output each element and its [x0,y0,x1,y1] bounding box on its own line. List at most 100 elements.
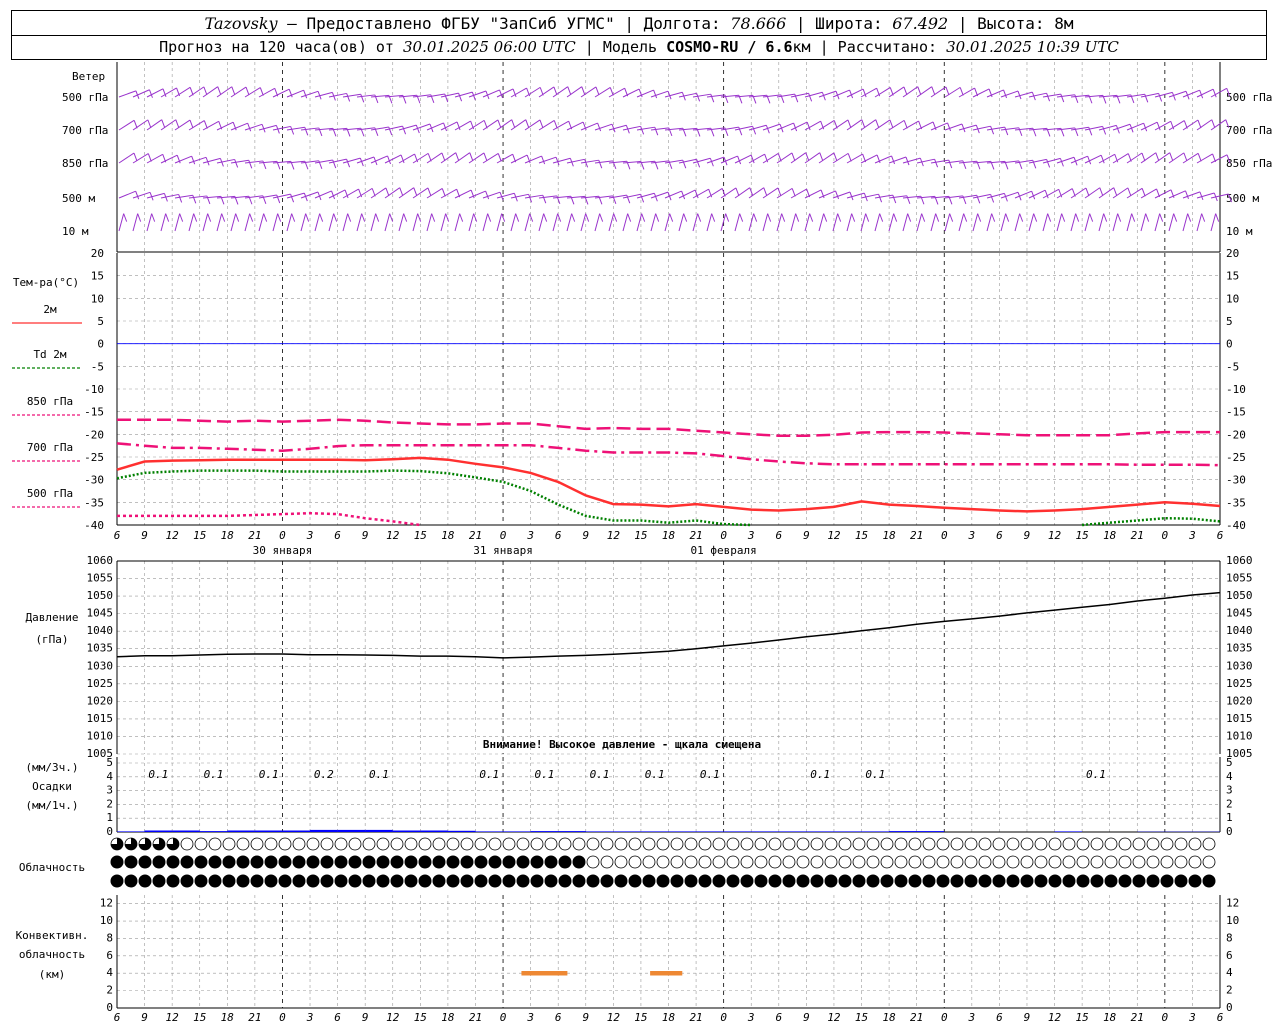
wind-barb [118,190,136,199]
wind-barb-feather [303,90,308,99]
wind-barb-feather [539,119,544,129]
precip-bar [310,829,338,832]
wind-barb [1182,213,1189,232]
wind-barb-feather [655,213,660,222]
cloud-symbol-full [614,874,628,888]
pressure-tick-left: 1060 [87,554,114,567]
wind-barb [426,188,443,199]
temp-tick-left: 15 [91,270,104,283]
wind-barb-feather [515,213,520,222]
wind-barb-feather [1115,125,1120,134]
cloud-symbol-clear [740,837,754,851]
cloud-symbol-full [194,855,208,869]
wind-barb [188,156,207,164]
cloud-symbol-clear [810,855,824,869]
precip-bar [117,831,145,832]
wind-barb [930,213,937,232]
wind-barb [790,152,807,164]
wind-barb-feather [791,152,796,162]
wind-barb-feather [893,213,898,222]
cloud-symbol-full [1034,874,1048,888]
precip-bar [227,830,255,832]
wind-barb-feather [1004,126,1009,136]
cloud-symbol-clear [362,837,376,851]
precip-label: Осадки [32,780,72,793]
cloud-symbol-full [992,874,1006,888]
cloud-symbol-full [124,874,138,888]
precip-value-label: 0.1 [204,768,224,781]
wind-barb [1168,213,1175,232]
precip-bar [751,831,779,832]
x-tick-label-bottom: 15 [1076,1011,1089,1024]
cloud-symbol-clear [404,837,418,851]
wind-barb [272,213,279,232]
wind-barb-feather [1047,213,1052,222]
cloud-symbol-clear [838,837,852,851]
cloud-symbol-full [488,874,502,888]
cloud-symbol-clear [1062,837,1076,851]
wind-barb [832,152,849,164]
cloud-symbol-full [1048,874,1062,888]
precip-value-label: 0.1 [479,768,499,781]
cloud-symbol-full [516,874,530,888]
cloud-symbol-full [698,874,712,888]
cloud-symbol-clear [418,837,432,851]
x-tick-label-bottom: 9 [362,1011,369,1024]
cloud-symbol-clear [600,855,614,869]
precip-tick-right: 5 [1226,756,1233,769]
cloud-symbol-clear [824,837,838,851]
cloud-symbol-full [516,855,530,869]
wind-barb [944,213,951,232]
wind-barb-feather [710,94,715,103]
wind-barb-feather [161,119,166,128]
temp-tick-left: -5 [91,360,104,373]
cloud-symbol-clear [922,837,936,851]
wind-barb-feather [541,155,546,165]
wind-barb-feather [245,86,250,96]
wind-barb-feather [360,94,365,103]
temp-tick-left: -15 [84,406,104,419]
x-tick-label-bottom: 6 [114,1011,121,1024]
x-tick-label: 12 [827,529,841,542]
series-line [117,511,421,527]
wind-barb-feather [1199,191,1204,201]
cloud-symbol-full [250,874,264,888]
cloud-symbol-clear [922,855,936,869]
x-tick-label-bottom: 18 [662,1011,676,1024]
cloud-symbol-clear [1118,855,1132,869]
pressure-tick-right: 1040 [1226,624,1253,637]
precip-bar [530,831,559,832]
cloud-symbol-full [138,855,152,869]
temperature-panel: 20 20 15 15 10 10 5 5 0 0 -5 -5 -10 -10 -15 -15 -20 -20 -2… [12,247,1246,557]
wind-barb [426,152,443,164]
precip-bar [365,829,393,832]
cloud-symbol-full [264,874,278,888]
pressure-tick-right: 1050 [1226,589,1253,602]
cloud-symbol-full [362,874,376,888]
wind-level-label-right: 500 гПа [1226,91,1272,104]
wind-barb-feather [431,213,436,222]
wind-barb [1210,213,1217,232]
wind-barb [790,213,797,232]
cloud-symbol-clear [698,855,712,869]
cloud-symbol-clear [460,837,474,851]
wind-barb [370,187,387,199]
cloud-symbol-full [278,874,292,888]
wind-barb-feather [175,119,180,128]
wind-barb-feather [903,86,908,96]
wind-barb [510,213,517,232]
cloud-symbol-clear [236,837,250,851]
cloud-symbol-full [110,874,124,888]
wind-barb [776,187,793,199]
wind-barb-feather [235,213,240,222]
cloud-symbol-full [1118,874,1132,888]
wind-barb-feather [346,93,351,102]
wind-barb-feather [627,213,632,222]
cloud-symbol-full [1020,874,1034,888]
cloud-symbol-clear [964,855,978,869]
x-tick-label-bottom: 21 [910,1011,923,1024]
wind-barb-feather [203,86,208,96]
wind-barb [1112,213,1119,232]
wind-barb [440,213,447,232]
wind-barb-feather [711,213,716,222]
